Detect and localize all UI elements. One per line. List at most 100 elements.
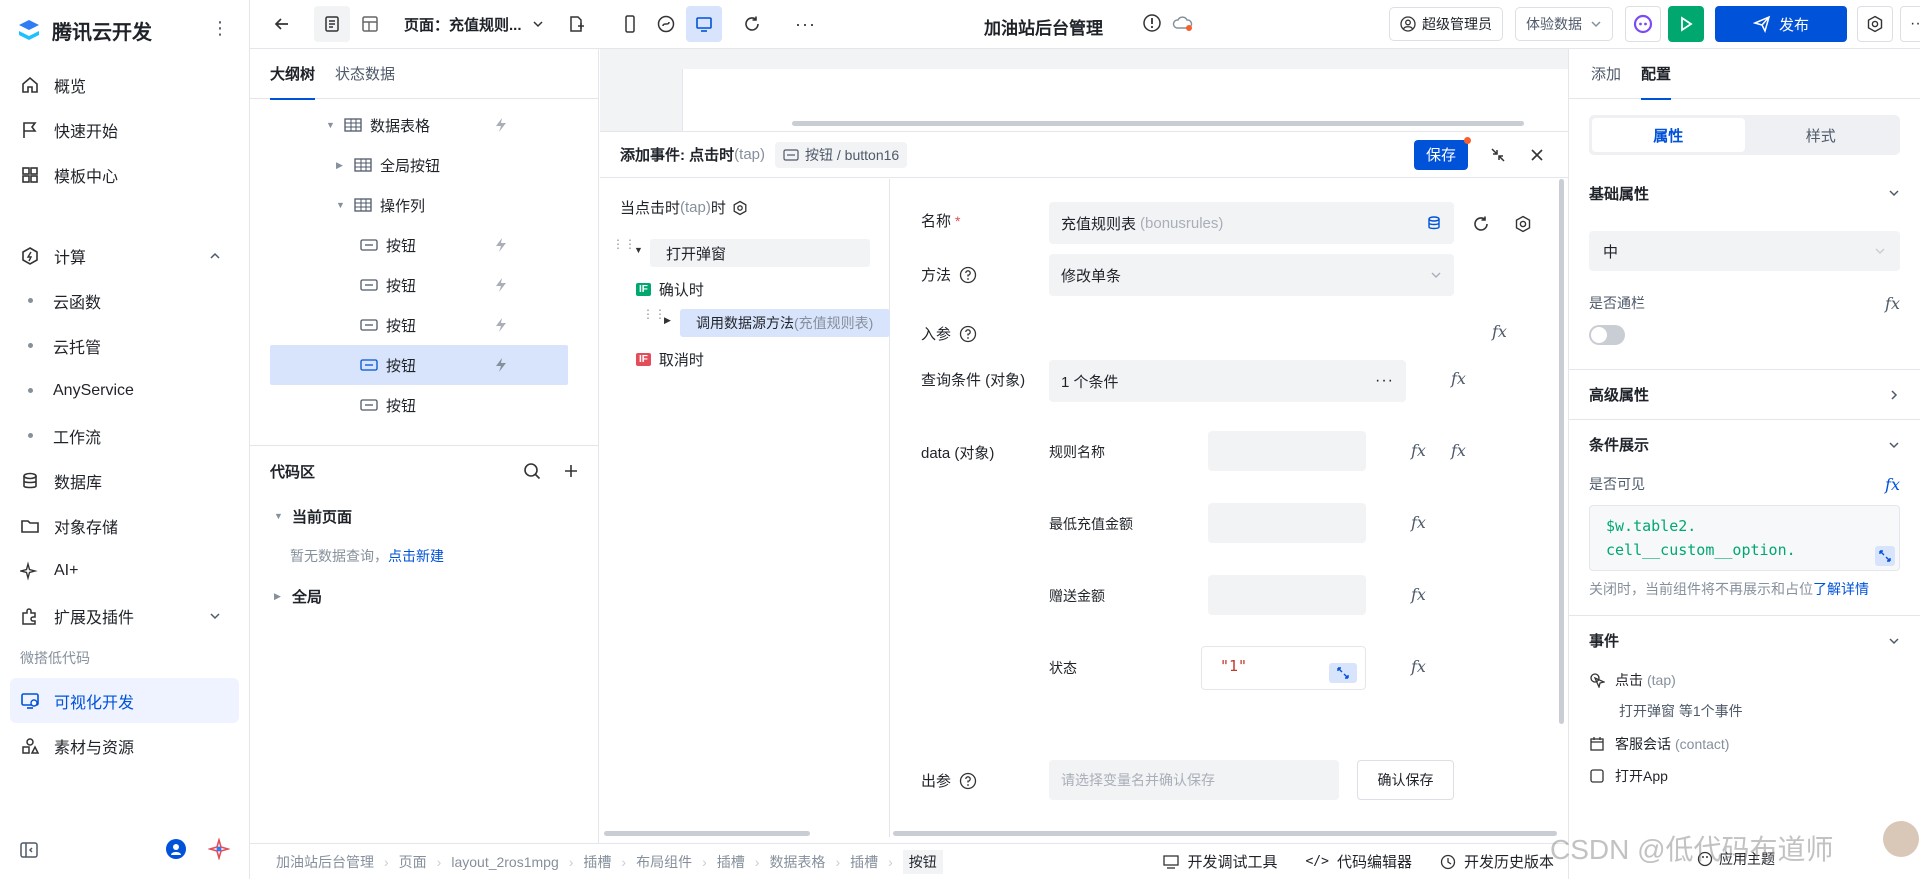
breadcrumb-item[interactable]: 数据表格: [769, 852, 825, 872]
fx-icon[interactable]: fx: [1451, 369, 1466, 388]
nav-item-extensions[interactable]: 扩展及插件: [0, 593, 249, 638]
more-menu-icon[interactable]: ···: [1900, 6, 1920, 42]
breadcrumb-item[interactable]: 插槽: [717, 852, 745, 872]
flow-scrollbar[interactable]: [604, 831, 810, 836]
info-icon[interactable]: [1142, 13, 1162, 33]
segment-properties[interactable]: 属性: [1592, 118, 1745, 152]
section-condition[interactable]: 条件展示: [1569, 419, 1920, 469]
event-click[interactable]: 点击 (tap): [1569, 665, 1920, 695]
tree-node-action-column[interactable]: ▼ 操作列: [250, 185, 598, 225]
collapse-sidebar-icon[interactable]: [20, 842, 38, 858]
breadcrumb-item-current[interactable]: 按钮: [902, 849, 943, 874]
nav-item-overview[interactable]: 概览: [0, 62, 249, 107]
collapse-icon[interactable]: [1490, 147, 1506, 163]
min-amount-input[interactable]: [1208, 503, 1366, 543]
method-select[interactable]: 修改单条: [1049, 254, 1454, 296]
expand-editor-icon[interactable]: [1329, 663, 1357, 683]
fx-icon[interactable]: fx: [1885, 294, 1900, 313]
event-click-detail[interactable]: 打开弹窗 等1个事件: [1569, 695, 1920, 721]
publish-button[interactable]: 发布: [1715, 6, 1847, 42]
layout-button[interactable]: [352, 6, 388, 42]
rule-name-input[interactable]: [1208, 431, 1366, 471]
section-basic[interactable]: 基础属性: [1569, 171, 1920, 215]
nav-item-assets[interactable]: 素材与资源: [0, 723, 249, 768]
cloud-sync-icon[interactable]: [1172, 14, 1194, 32]
apply-theme-button[interactable]: 应用主题: [1697, 849, 1775, 869]
bonus-amount-input[interactable]: [1208, 575, 1366, 615]
chevron-up-icon[interactable]: [209, 250, 221, 262]
action-call-datasource[interactable]: 调用数据源方法 (充值规则表): [680, 309, 890, 337]
size-select[interactable]: 中: [1589, 231, 1900, 271]
action-open-popup[interactable]: 打开弹窗: [650, 239, 870, 267]
caret-down-icon[interactable]: ▼: [336, 200, 346, 210]
nav-item-quickstart[interactable]: 快速开始: [0, 107, 249, 152]
settings-button[interactable]: [1857, 6, 1893, 42]
nav-item-compute[interactable]: 计算: [0, 233, 249, 278]
nav-sub-cloud-function[interactable]: 云函数: [0, 278, 249, 323]
nav-item-database[interactable]: 数据库: [0, 458, 249, 503]
form-hscrollbar[interactable]: [893, 831, 1557, 836]
gear-icon[interactable]: [1514, 215, 1532, 233]
nav-sub-anyservice[interactable]: AnyService: [0, 368, 249, 413]
section-events[interactable]: 事件: [1569, 615, 1920, 665]
colorful-star-icon[interactable]: [208, 838, 230, 860]
fx-icon[interactable]: fx: [1451, 441, 1466, 460]
caret-right-icon[interactable]: ▶: [274, 591, 284, 602]
more-icon[interactable]: ···: [1375, 372, 1394, 390]
fx-icon[interactable]: fx: [1411, 585, 1426, 604]
more-actions-icon[interactable]: ···: [788, 6, 824, 42]
drag-handle-icon[interactable]: ⋮⋮: [612, 238, 636, 250]
fx-icon[interactable]: fx: [1411, 513, 1426, 532]
breadcrumb-item[interactable]: 插槽: [850, 852, 878, 872]
help-icon[interactable]: [959, 772, 977, 790]
helper-avatar[interactable]: [1883, 821, 1919, 857]
lightning-icon[interactable]: [494, 117, 508, 133]
new-page-button[interactable]: [558, 6, 594, 42]
help-icon[interactable]: [959, 325, 977, 343]
global-node[interactable]: ▶ 全局: [250, 576, 599, 616]
more-icon[interactable]: ⋮: [211, 18, 229, 39]
back-button[interactable]: [264, 6, 300, 42]
user-avatar-icon[interactable]: [166, 839, 186, 859]
tree-node-data-table[interactable]: ▼ 数据表格: [250, 105, 598, 145]
canvas-scrollbar[interactable]: [792, 121, 1524, 126]
output-variable-input[interactable]: 请选择变量名并确认保存: [1049, 760, 1339, 800]
segment-styles[interactable]: 样式: [1745, 118, 1898, 152]
mobile-view-button[interactable]: [612, 6, 648, 42]
search-icon[interactable]: [523, 462, 541, 480]
tree-node-button-selected[interactable]: 按钮: [270, 345, 568, 385]
breadcrumb-item[interactable]: layout_2ros1mpg: [451, 854, 558, 870]
caret-right-icon[interactable]: ▶: [336, 160, 346, 171]
nav-sub-workflow[interactable]: 工作流: [0, 413, 249, 458]
nav-item-storage[interactable]: 对象存储: [0, 503, 249, 548]
tab-config[interactable]: 配置: [1641, 49, 1672, 100]
refresh-icon[interactable]: [1472, 215, 1490, 233]
drag-handle-icon[interactable]: ⋮⋮: [642, 308, 666, 320]
breadcrumb-item[interactable]: 布局组件: [636, 852, 692, 872]
breadcrumb-item[interactable]: 页面: [399, 852, 427, 872]
code-editor-button[interactable]: </> 代码编辑器: [1305, 851, 1412, 872]
fx-icon[interactable]: fx: [1411, 657, 1426, 676]
create-query-link[interactable]: 点击新建: [388, 546, 444, 566]
tree-node-button[interactable]: 按钮: [250, 305, 598, 345]
lightning-icon[interactable]: [494, 237, 508, 253]
nav-item-templates[interactable]: 模板中心: [0, 152, 249, 197]
page-selector[interactable]: 页面：充值规则...: [404, 14, 544, 35]
help-icon[interactable]: [959, 266, 977, 284]
nav-sub-cloud-run[interactable]: 云托管: [0, 323, 249, 368]
caret-down-icon[interactable]: ▼: [274, 511, 284, 521]
dialog-save-button[interactable]: 保存: [1413, 136, 1471, 170]
form-scrollbar[interactable]: [1559, 179, 1564, 724]
visible-expression-editor[interactable]: $w.table2. cell__custom__option.: [1589, 505, 1900, 571]
lightning-icon[interactable]: [494, 357, 508, 373]
history-button[interactable]: 开发历史版本: [1440, 851, 1554, 872]
ai-assistant-button[interactable]: [1625, 6, 1661, 42]
fx-icon[interactable]: fx: [1492, 322, 1507, 341]
plus-icon[interactable]: [563, 463, 579, 479]
preview-button[interactable]: [1668, 6, 1704, 42]
role-selector[interactable]: 超级管理员: [1389, 7, 1503, 41]
fx-icon[interactable]: fx: [1411, 441, 1426, 460]
lightning-icon[interactable]: [494, 277, 508, 293]
learn-more-link[interactable]: 了解详情: [1813, 581, 1869, 597]
status-code-input[interactable]: "1": [1201, 646, 1366, 690]
